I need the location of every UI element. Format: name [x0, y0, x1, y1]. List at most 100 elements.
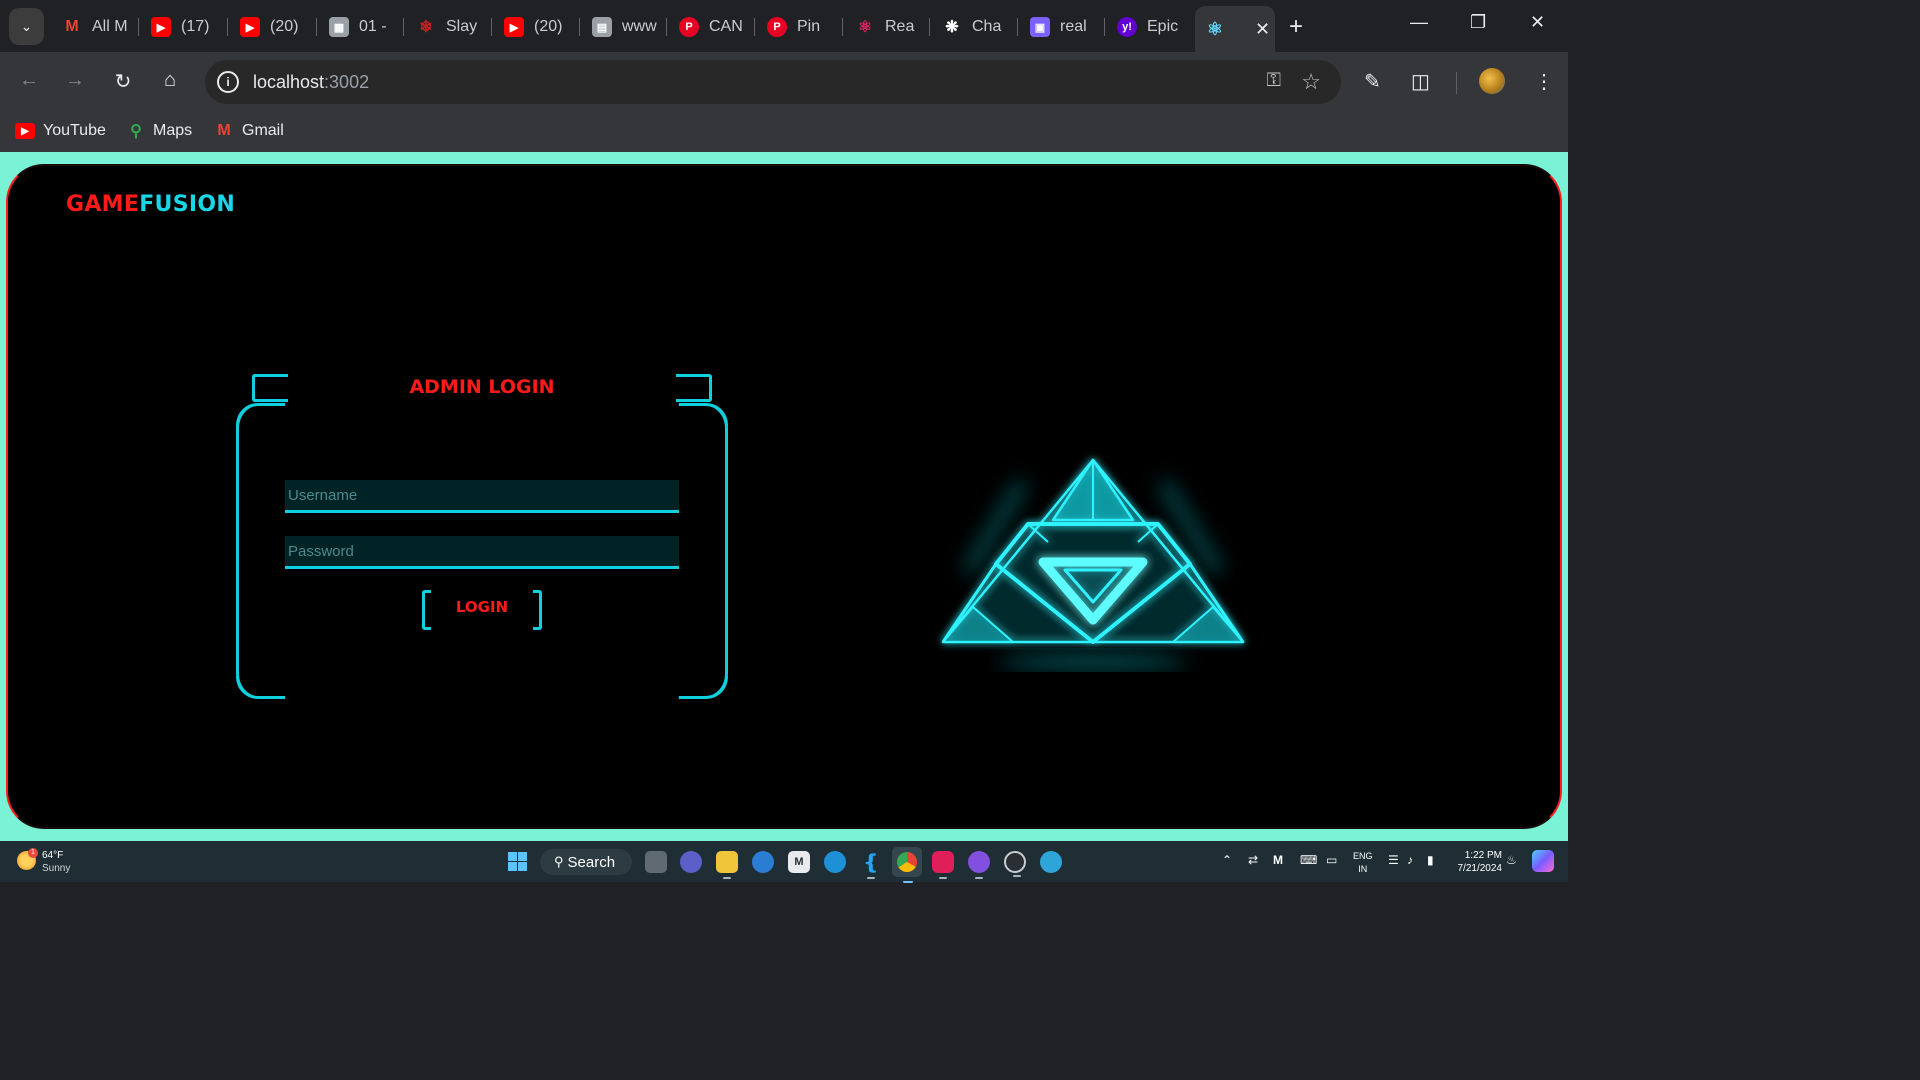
chrome-icon[interactable] [892, 847, 922, 883]
site-info-icon[interactable]: i [217, 71, 239, 93]
browser-tab[interactable]: y! Epic [1117, 8, 1179, 46]
browser-tab[interactable]: ⚛ Rea [855, 8, 925, 46]
browser-tab[interactable]: ▣ real [1030, 8, 1100, 46]
active-tab[interactable]: ⚛ ✕ [1195, 6, 1275, 52]
tab-title: Epic [1147, 18, 1179, 35]
react-icon: ⚛ [857, 19, 873, 36]
bookmark-gmail[interactable]: M Gmail [214, 122, 283, 140]
tray-sync-icon[interactable]: ⇄ [1248, 853, 1258, 867]
browser-tab[interactable]: ▶ (20) [504, 8, 574, 46]
menu-kebab-icon[interactable]: ⋮ [1534, 69, 1554, 94]
tab-separator [579, 18, 580, 36]
gmail-icon: M [65, 18, 79, 35]
globe-app-icon[interactable] [1040, 851, 1062, 873]
tab-title: (17) [181, 18, 210, 35]
window-close-icon[interactable]: ✕ [1530, 12, 1545, 33]
slack-icon[interactable] [932, 851, 954, 879]
yahoo-icon: y! [1117, 17, 1137, 37]
home-icon[interactable]: ⌂ [157, 69, 183, 92]
extensions-puzzle-icon[interactable]: ◫ [1411, 69, 1430, 94]
browser-tab[interactable]: ❋ Cha [942, 8, 1012, 46]
bookmark-label: Maps [153, 122, 193, 139]
browser-tab[interactable]: ▶ (17) [151, 8, 221, 46]
clock-date: 7/21/2024 [1457, 863, 1503, 874]
triangle-emblem-icon [941, 458, 1245, 669]
messaging-app-icon[interactable] [752, 851, 774, 873]
url-host: localhost [253, 72, 325, 92]
login-button[interactable]: LOGIN [422, 590, 542, 630]
tab-title: CAN [709, 18, 743, 35]
url-text[interactable]: localhost:3002 [253, 72, 369, 93]
volume-icon[interactable]: ♪ [1407, 853, 1413, 867]
search-label: Search [567, 853, 616, 871]
browser-toolbar: ← → ↻ ⌂ i localhost:3002 ⚿ ☆ ✎ ◫ ⋮ [0, 52, 1568, 112]
battery-icon[interactable]: ▮ [1427, 853, 1434, 867]
gamefusion-logo[interactable]: GAMEFUSION [66, 192, 235, 217]
windows-start-icon[interactable] [508, 852, 527, 871]
profile-avatar[interactable] [1479, 68, 1505, 94]
browser-tab[interactable]: M All M [62, 8, 132, 46]
new-tab-plus-icon[interactable]: + [1289, 13, 1303, 41]
bookmark-youtube[interactable]: ▶ YouTube [15, 122, 106, 140]
bookmark-label: YouTube [43, 122, 106, 139]
browser-tab[interactable]: ▦ 01 - [329, 8, 399, 46]
bookmark-maps[interactable]: ⚲ Maps [127, 122, 192, 140]
tab-separator [1104, 18, 1105, 36]
tab-title: real [1060, 18, 1087, 35]
toolbar-divider [1456, 72, 1457, 94]
password-input[interactable] [285, 536, 679, 569]
forward-arrow-icon[interactable]: → [62, 69, 88, 92]
taskbar-search[interactable]: ⚲ Search [540, 849, 632, 875]
teams-chat-icon[interactable] [680, 851, 702, 873]
notification-bell-icon[interactable]: ♨ [1506, 853, 1517, 867]
copilot-icon[interactable] [1532, 850, 1554, 872]
browser-tab[interactable]: ❄ Slay [416, 8, 486, 46]
back-arrow-icon[interactable]: ← [16, 69, 42, 92]
clock[interactable]: 1:22 PM 7/21/2024 [1452, 849, 1503, 875]
lang-code: ENG [1353, 851, 1373, 861]
browser-tab[interactable]: P CAN [679, 8, 749, 46]
address-bar[interactable]: i localhost:3002 ⚿ ☆ [205, 60, 1341, 104]
tray-chevron-icon[interactable]: ⌃ [1222, 853, 1232, 867]
tab-strip: ⌄ M All M ▶ (17) ▶ (20) ▦ 01 - ❄ Slay ▶ (20) ▤ www P CA… [0, 0, 1568, 52]
weather-desc[interactable]: Sunny [42, 863, 70, 874]
mail-app-icon[interactable]: M [788, 851, 810, 873]
edge-browser-icon[interactable] [824, 851, 846, 873]
search-icon: ⚲ [554, 854, 564, 869]
eyedropper-icon[interactable]: ✎ [1364, 69, 1381, 94]
browser-tab[interactable]: ▶ (20) [240, 8, 310, 46]
bookmark-star-icon[interactable]: ☆ [1301, 69, 1321, 95]
tab-title: Cha [972, 18, 1002, 35]
close-tab-icon[interactable]: ✕ [1255, 19, 1270, 40]
youtube-icon: ▶ [15, 123, 35, 139]
reload-icon[interactable]: ↻ [110, 69, 136, 94]
title-bracket-left [252, 374, 288, 402]
minimize-icon[interactable]: — [1410, 12, 1428, 33]
weather-temp[interactable]: 64°F [42, 850, 63, 861]
browser-tab[interactable]: ▤ www [592, 8, 662, 46]
github-desktop-icon[interactable] [968, 851, 990, 879]
task-view-icon[interactable] [645, 851, 667, 873]
tab-separator [929, 18, 930, 36]
tab-separator [666, 18, 667, 36]
tab-title: (20) [534, 18, 563, 35]
password-key-icon[interactable]: ⚿ [1267, 70, 1281, 92]
tab-separator [316, 18, 317, 36]
tray-keyboard-icon[interactable]: ⌨ [1300, 853, 1317, 867]
vscode-icon[interactable]: ❴ [860, 851, 882, 879]
media-player-icon[interactable] [1004, 851, 1026, 877]
tab-search-chevron-icon[interactable]: ⌄ [9, 8, 44, 45]
tab-title: (20) [270, 18, 299, 35]
youtube-icon: ▶ [504, 17, 524, 37]
language-indicator[interactable]: ENG IN [1353, 850, 1373, 876]
browser-tab[interactable]: P Pin [767, 8, 837, 46]
tray-mail-icon[interactable]: M [1273, 853, 1283, 867]
file-explorer-icon[interactable] [716, 851, 738, 879]
page-icon: ▤ [592, 17, 612, 37]
restore-icon[interactable]: ❐ [1470, 12, 1486, 33]
tab-separator [227, 18, 228, 36]
title-bracket-right [676, 374, 712, 402]
tray-display-icon[interactable]: ▭ [1326, 853, 1337, 867]
wifi-icon[interactable]: ☰ [1388, 853, 1399, 867]
username-input[interactable] [285, 480, 679, 513]
